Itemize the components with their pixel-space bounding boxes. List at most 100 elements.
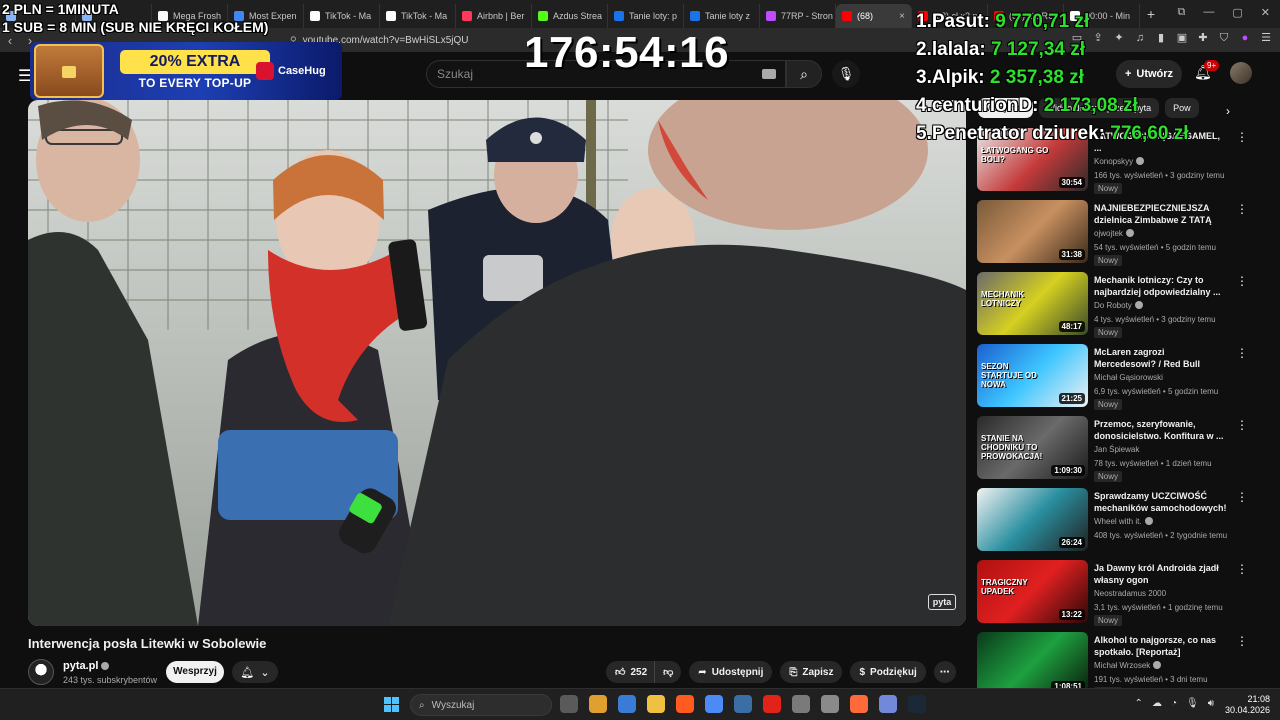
more-options-icon[interactable]: ⋮: [1236, 490, 1248, 504]
ad-banner[interactable]: 20% EXTRA TO EVERY TOP-UP CaseHug: [30, 42, 342, 100]
chevron-up-icon[interactable]: ⌃: [1135, 698, 1143, 709]
channel-name[interactable]: pyta.pl: [63, 660, 110, 672]
more-options-icon[interactable]: ⋮: [1236, 202, 1248, 216]
video-thumbnail[interactable]: TRAGICZNY UPADEK 13:22: [977, 560, 1088, 623]
windows-taskbar: ⌕ Wyszukaj ⌃ ☁ ◔ 🎙︎ 🔊︎ 21:08 30.04.2026: [0, 688, 1280, 720]
recommended-channel[interactable]: Neostradamus 2000: [1094, 589, 1166, 598]
tab-close-icon[interactable]: ×: [899, 11, 905, 22]
more-options-icon[interactable]: ⋮: [1236, 634, 1248, 648]
more-options-icon[interactable]: ⋮: [1236, 346, 1248, 360]
recommended-channel[interactable]: Wheel with it.: [1094, 517, 1153, 526]
like-count: 252: [630, 666, 648, 678]
taskbar-search[interactable]: ⌕ Wyszukaj: [410, 694, 552, 716]
like-button[interactable]: 👍︎ 252: [606, 661, 655, 683]
verified-icon: [1125, 229, 1134, 237]
taskbar-app-icon[interactable]: [560, 695, 578, 713]
recommended-channel[interactable]: Jan Śpiewak: [1094, 445, 1139, 454]
browser-tab[interactable]: (68) ×: [836, 4, 912, 28]
taskbar-app-icon[interactable]: [908, 695, 926, 713]
recommended-channel[interactable]: Michał Wrzosek: [1094, 661, 1162, 670]
shield-icon[interactable]: ⛉: [1218, 32, 1230, 44]
clock[interactable]: 21:08 30.04.2026: [1225, 694, 1270, 716]
taskbar-app-icon[interactable]: [879, 695, 897, 713]
browser-tab[interactable]: Airbnb | Ber: [456, 4, 532, 28]
taskbar-app-icon[interactable]: [821, 695, 839, 713]
leaderboard-row: 3.Alpik: 2 357,38 zł: [916, 64, 1188, 92]
browser-tab[interactable]: 77RP - Stron: [760, 4, 836, 28]
video-thumbnail[interactable]: STANIE NA CHODNIKU TO PROWOKACJA! 1:09:30: [977, 416, 1088, 479]
windows-start-icon[interactable]: [384, 697, 399, 712]
taskbar-app-icon[interactable]: [589, 695, 607, 713]
more-options-icon[interactable]: ⋮: [1236, 274, 1248, 288]
recommended-video-title[interactable]: Mechanik lotniczy: Czy to najbardziej od…: [1094, 274, 1228, 298]
more-options-icon[interactable]: ⋮: [1236, 562, 1248, 576]
taskbar-app-icon[interactable]: [705, 695, 723, 713]
voice-search-button[interactable]: 🎙︎: [832, 60, 860, 88]
channel-name-text: pyta.pl: [63, 660, 99, 672]
recommended-video[interactable]: 31:38 NAJNIEBEZPIECZNIEJSZA dzielnica Zim…: [976, 200, 1252, 272]
recommended-channel[interactable]: Do Roboty: [1094, 301, 1143, 310]
taskbar-app-icon[interactable]: [647, 695, 665, 713]
channel-watermark[interactable]: pyta: [928, 594, 956, 610]
chevron-right-icon[interactable]: ›: [1226, 104, 1230, 118]
taskbar-app-icon[interactable]: [850, 695, 868, 713]
more-options-icon[interactable]: ⋮: [1236, 130, 1248, 144]
recommended-video[interactable]: SEZON STARTUJE OD NOWA 21:25 McLaren zagro…: [976, 344, 1252, 416]
leaderboard-rank: 2.: [916, 39, 932, 60]
taskbar-app-icon[interactable]: [792, 695, 810, 713]
video-thumbnail[interactable]: 31:38: [977, 200, 1088, 263]
video-thumbnail[interactable]: 1:08:51: [977, 632, 1088, 695]
profile-icon[interactable]: ●: [1239, 32, 1251, 44]
taskbar-app-icon[interactable]: [676, 695, 694, 713]
browser-tab[interactable]: Tanie loty: p: [608, 4, 684, 28]
video-thumbnail[interactable]: SEZON STARTUJE OD NOWA 21:25: [977, 344, 1088, 407]
recommended-video-title[interactable]: Sprawdzamy UCZCIWOŚĆ mechaników samochod…: [1094, 490, 1228, 514]
video-thumbnail[interactable]: 26:24: [977, 488, 1088, 551]
share-button[interactable]: ➦ Udostępnij: [689, 661, 773, 683]
browser-tab[interactable]: TikTok - Ma: [380, 4, 456, 28]
more-actions-button[interactable]: ⋯: [933, 661, 956, 683]
recommended-video-title[interactable]: NAJNIEBEZPIECZNIEJSZA dzielnica Zimbabwe…: [1094, 202, 1228, 226]
maximize-icon[interactable]: ▢: [1232, 6, 1242, 19]
recommended-video-title[interactable]: Przemoc, szeryfowanie, donosicielstwo. K…: [1094, 418, 1228, 442]
taskbar-app-icon[interactable]: [734, 695, 752, 713]
menu-icon[interactable]: ☰: [1260, 32, 1272, 44]
recommended-channel[interactable]: Michał Gąsiorowski: [1094, 373, 1163, 382]
account-avatar[interactable]: [1230, 62, 1252, 84]
search-button[interactable]: ⌕: [786, 60, 822, 88]
recommended-video[interactable]: TRAGICZNY UPADEK 13:22 Ja Dawny król Andro…: [976, 560, 1252, 632]
taskbar-app-icon[interactable]: [763, 695, 781, 713]
browser-tab[interactable]: Azdus Strea: [532, 4, 608, 28]
dollar-heart-icon: $: [859, 666, 866, 678]
volume-icon[interactable]: 🔊︎: [1208, 698, 1214, 709]
browser-tab[interactable]: Tanie loty z: [684, 4, 760, 28]
puzzle-icon[interactable]: ✚: [1197, 32, 1209, 44]
video-frame: [28, 100, 966, 626]
keyboard-icon[interactable]: [762, 69, 776, 79]
close-window-icon[interactable]: ✕: [1261, 6, 1270, 19]
recommended-video[interactable]: MECHANIK LOTNICZY 48:17 Mechanik lotniczy:…: [976, 272, 1252, 344]
taskbar-app-icon[interactable]: [618, 695, 636, 713]
recommended-video-title[interactable]: Ja Dawny król Androida zjadł własny ogon: [1094, 562, 1228, 586]
recommended-channel[interactable]: ojwojtek: [1094, 229, 1134, 238]
video-thumbnail[interactable]: MECHANIK LOTNICZY 48:17: [977, 272, 1088, 335]
save-button[interactable]: ⎘ Zapisz: [780, 661, 843, 683]
thanks-label: Podziękuj: [870, 666, 917, 678]
recommended-channel[interactable]: Konopskyy: [1094, 157, 1145, 166]
minimize-icon[interactable]: —: [1203, 6, 1214, 19]
cloud-icon[interactable]: ☁: [1152, 698, 1162, 709]
dislike-button[interactable]: 👎︎: [654, 661, 682, 683]
more-options-icon[interactable]: ⋮: [1236, 418, 1248, 432]
recommended-video-title[interactable]: Alkohol to najgorsze, co nas spotkało. […: [1094, 634, 1228, 658]
browser-tab[interactable]: TikTok - Ma: [304, 4, 380, 28]
wifi-icon[interactable]: ◔: [1171, 698, 1177, 709]
recommended-video[interactable]: STANIE NA CHODNIKU TO PROWOKACJA! 1:09:30…: [976, 416, 1252, 488]
channel-avatar[interactable]: [28, 659, 54, 685]
subscription-bell-button[interactable]: 🔔︎ ⌄: [232, 661, 278, 683]
video-player[interactable]: pyta: [28, 100, 966, 626]
recommended-video[interactable]: 26:24 Sprawdzamy UCZCIWOŚĆ mechaników sam…: [976, 488, 1252, 560]
mic-icon[interactable]: 🎙︎: [1186, 698, 1199, 709]
support-button[interactable]: Wesprzyj: [166, 661, 224, 683]
recommended-video-title[interactable]: McLaren zagrozi Mercedesowi? / Red Bull …: [1094, 346, 1228, 370]
thanks-button[interactable]: $ Podziękuj: [850, 661, 926, 683]
